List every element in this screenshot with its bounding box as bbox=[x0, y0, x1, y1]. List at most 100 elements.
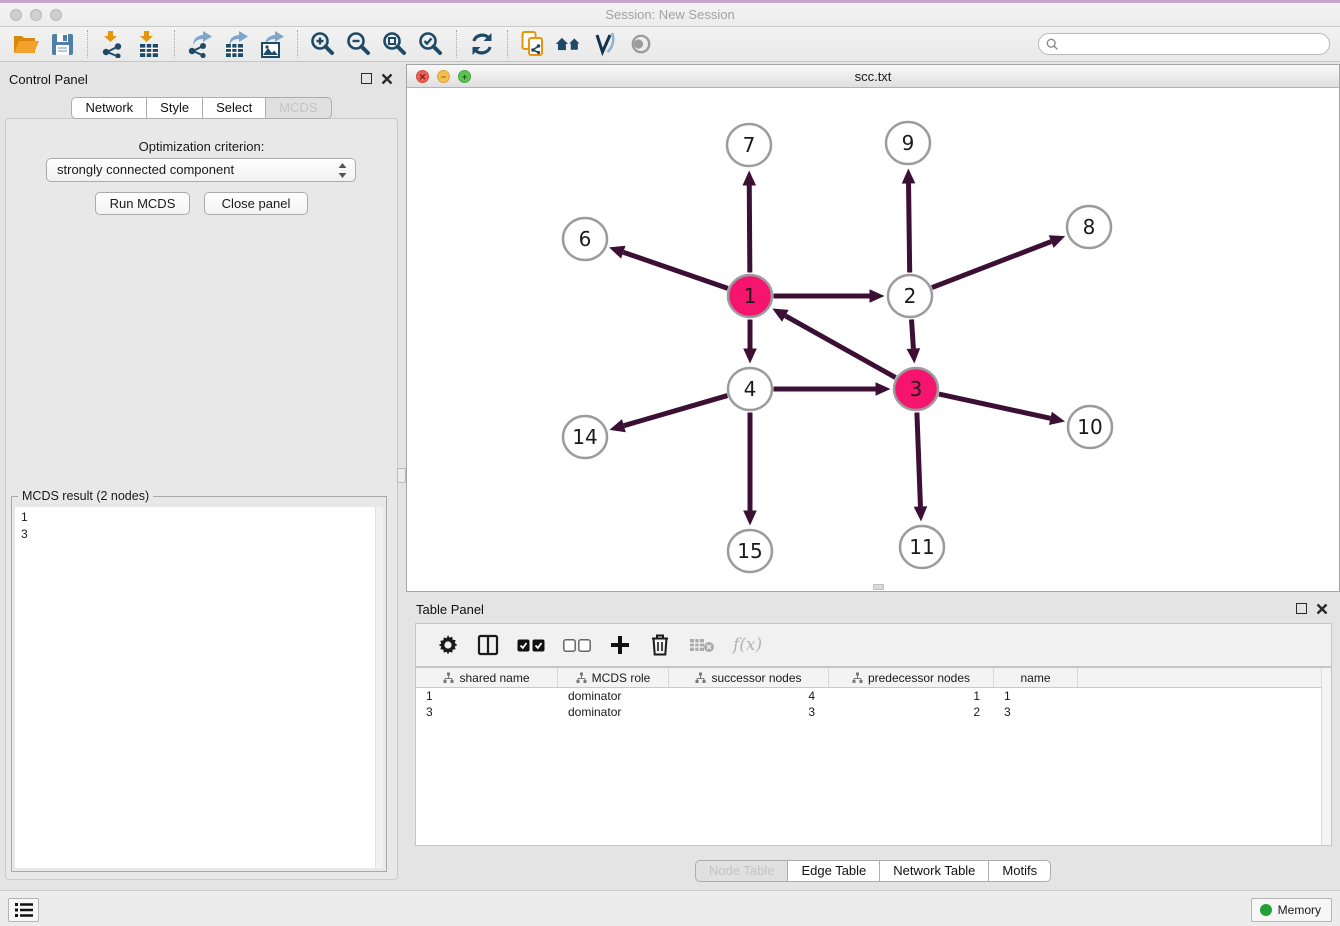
table-row[interactable]: 3 dominator 3 2 3 bbox=[416, 704, 1331, 720]
graph-node-label: 10 bbox=[1077, 415, 1102, 439]
function-builder-icon: f(x) bbox=[733, 635, 762, 655]
zoom-in-icon[interactable] bbox=[308, 29, 338, 59]
mcds-result-lines: 1 3 bbox=[21, 509, 28, 543]
graph-edge[interactable] bbox=[917, 412, 921, 506]
tab-motifs[interactable]: Motifs bbox=[989, 860, 1051, 882]
table-panel-tabs: Node Table Edge Table Network Table Moti… bbox=[406, 860, 1340, 882]
graph-edge[interactable] bbox=[932, 242, 1051, 288]
float-table-panel-icon[interactable] bbox=[1296, 603, 1307, 614]
cell-successor-nodes[interactable]: 4 bbox=[669, 688, 829, 704]
graph-edge[interactable] bbox=[623, 252, 728, 288]
export-network-icon[interactable] bbox=[185, 29, 215, 59]
mcds-result-area[interactable]: 1 3 bbox=[15, 507, 383, 868]
zoom-fit-icon[interactable] bbox=[380, 29, 410, 59]
table-row[interactable]: 1 dominator 4 1 1 bbox=[416, 688, 1331, 704]
tab-select[interactable]: Select bbox=[203, 97, 266, 119]
column-header[interactable]: name bbox=[994, 668, 1078, 687]
column-label: name bbox=[1020, 671, 1050, 685]
column-header-filler bbox=[1078, 668, 1331, 687]
chevron-up-down-icon bbox=[338, 163, 347, 178]
network-snapshot-icon[interactable] bbox=[518, 29, 548, 59]
graph-edge[interactable] bbox=[939, 394, 1050, 418]
graph-edge-arrowhead bbox=[1049, 235, 1065, 248]
export-image-icon[interactable] bbox=[257, 29, 287, 59]
zoom-out-icon[interactable] bbox=[344, 29, 374, 59]
tab-node-table[interactable]: Node Table bbox=[695, 860, 789, 882]
cell-mcds-role[interactable]: dominator bbox=[558, 704, 669, 720]
run-mcds-button[interactable]: Run MCDS bbox=[95, 192, 190, 215]
hide-panel-eye-icon[interactable] bbox=[626, 29, 656, 59]
save-session-icon[interactable] bbox=[47, 29, 77, 59]
float-panel-icon[interactable] bbox=[361, 73, 372, 84]
close-panel-icon[interactable] bbox=[381, 73, 393, 85]
add-column-icon[interactable] bbox=[609, 634, 631, 656]
cell-successor-nodes[interactable]: 3 bbox=[669, 704, 829, 720]
toolbar-separator bbox=[87, 30, 88, 58]
column-header[interactable]: predecessor nodes bbox=[829, 668, 994, 687]
search-input[interactable] bbox=[1063, 35, 1321, 53]
graph-node-label: 7 bbox=[743, 133, 756, 157]
tab-mcds[interactable]: MCDS bbox=[266, 97, 331, 119]
graph-edge-arrowhead bbox=[907, 348, 921, 363]
node-table: shared name MCDS role successor nodes pr… bbox=[415, 667, 1332, 846]
criterion-dropdown[interactable]: strongly connected component bbox=[46, 158, 356, 182]
panel-divider-grabber[interactable] bbox=[397, 468, 406, 483]
window-title: Session: New Session bbox=[0, 7, 1340, 22]
cell-shared-name[interactable]: 3 bbox=[416, 704, 558, 720]
split-table-icon[interactable] bbox=[477, 634, 499, 656]
cell-predecessor-nodes[interactable]: 1 bbox=[829, 688, 994, 704]
column-type-icon bbox=[576, 672, 587, 683]
graph-edge-arrowhead bbox=[902, 168, 916, 183]
refresh-layout-icon[interactable] bbox=[467, 29, 497, 59]
network-graph-canvas[interactable]: 1234678910111415 bbox=[407, 88, 1339, 591]
network-resize-grabber[interactable] bbox=[873, 584, 884, 590]
table-settings-gear-icon[interactable] bbox=[437, 634, 459, 656]
delete-column-trash-icon[interactable] bbox=[649, 633, 671, 657]
zoom-selected-icon[interactable] bbox=[416, 29, 446, 59]
import-table-icon[interactable] bbox=[134, 29, 164, 59]
import-network-icon[interactable] bbox=[98, 29, 128, 59]
table-scrollbar[interactable] bbox=[1321, 668, 1331, 845]
tab-network-table[interactable]: Network Table bbox=[880, 860, 989, 882]
column-label: shared name bbox=[459, 671, 529, 685]
result-scrollbar[interactable] bbox=[375, 507, 383, 868]
graph-edge[interactable] bbox=[624, 396, 728, 426]
tab-style[interactable]: Style bbox=[147, 97, 203, 119]
memory-button[interactable]: Memory bbox=[1251, 898, 1332, 922]
graph-node-label: 9 bbox=[902, 131, 915, 155]
graph-edge[interactable] bbox=[909, 183, 910, 272]
control-panel-tabs: Network Style Select MCDS bbox=[0, 97, 403, 119]
cell-mcds-role[interactable]: dominator bbox=[558, 688, 669, 704]
optimization-criterion-label: Optimization criterion: bbox=[6, 139, 397, 154]
task-history-button[interactable] bbox=[8, 898, 39, 922]
column-header[interactable]: successor nodes bbox=[669, 668, 829, 687]
column-header[interactable]: MCDS role bbox=[558, 668, 669, 687]
close-table-panel-icon[interactable] bbox=[1316, 603, 1328, 615]
network-window-titlebar[interactable]: ✕ − + scc.txt bbox=[407, 65, 1339, 88]
tab-network[interactable]: Network bbox=[71, 97, 147, 119]
graph-edge-arrowhead bbox=[609, 246, 625, 259]
cell-predecessor-nodes[interactable]: 2 bbox=[829, 704, 994, 720]
tab-edge-table[interactable]: Edge Table bbox=[788, 860, 880, 882]
select-all-columns-icon[interactable] bbox=[517, 639, 545, 652]
column-type-icon bbox=[443, 672, 454, 683]
column-header[interactable]: shared name bbox=[416, 668, 558, 687]
cell-shared-name[interactable]: 1 bbox=[416, 688, 558, 704]
graph-node-label: 2 bbox=[904, 284, 917, 308]
graph-node-label: 14 bbox=[572, 425, 597, 449]
close-panel-button[interactable]: Close panel bbox=[204, 192, 308, 215]
control-panel-title: Control Panel bbox=[9, 72, 88, 87]
graph-node-label: 6 bbox=[579, 227, 592, 251]
graph-edge[interactable] bbox=[785, 316, 895, 378]
cell-name[interactable]: 1 bbox=[994, 688, 1078, 704]
export-table-icon[interactable] bbox=[221, 29, 251, 59]
window-titlebar: Session: New Session bbox=[0, 0, 1340, 27]
status-bar: Memory bbox=[0, 890, 1340, 926]
vizmapper-icon[interactable] bbox=[590, 29, 620, 59]
graph-edge[interactable] bbox=[912, 319, 914, 348]
open-session-icon[interactable] bbox=[11, 29, 41, 59]
deselect-all-columns-icon[interactable] bbox=[563, 639, 591, 652]
graph-edge[interactable] bbox=[749, 185, 750, 272]
first-neighbors-icon[interactable] bbox=[554, 29, 584, 59]
cell-name[interactable]: 3 bbox=[994, 704, 1078, 720]
